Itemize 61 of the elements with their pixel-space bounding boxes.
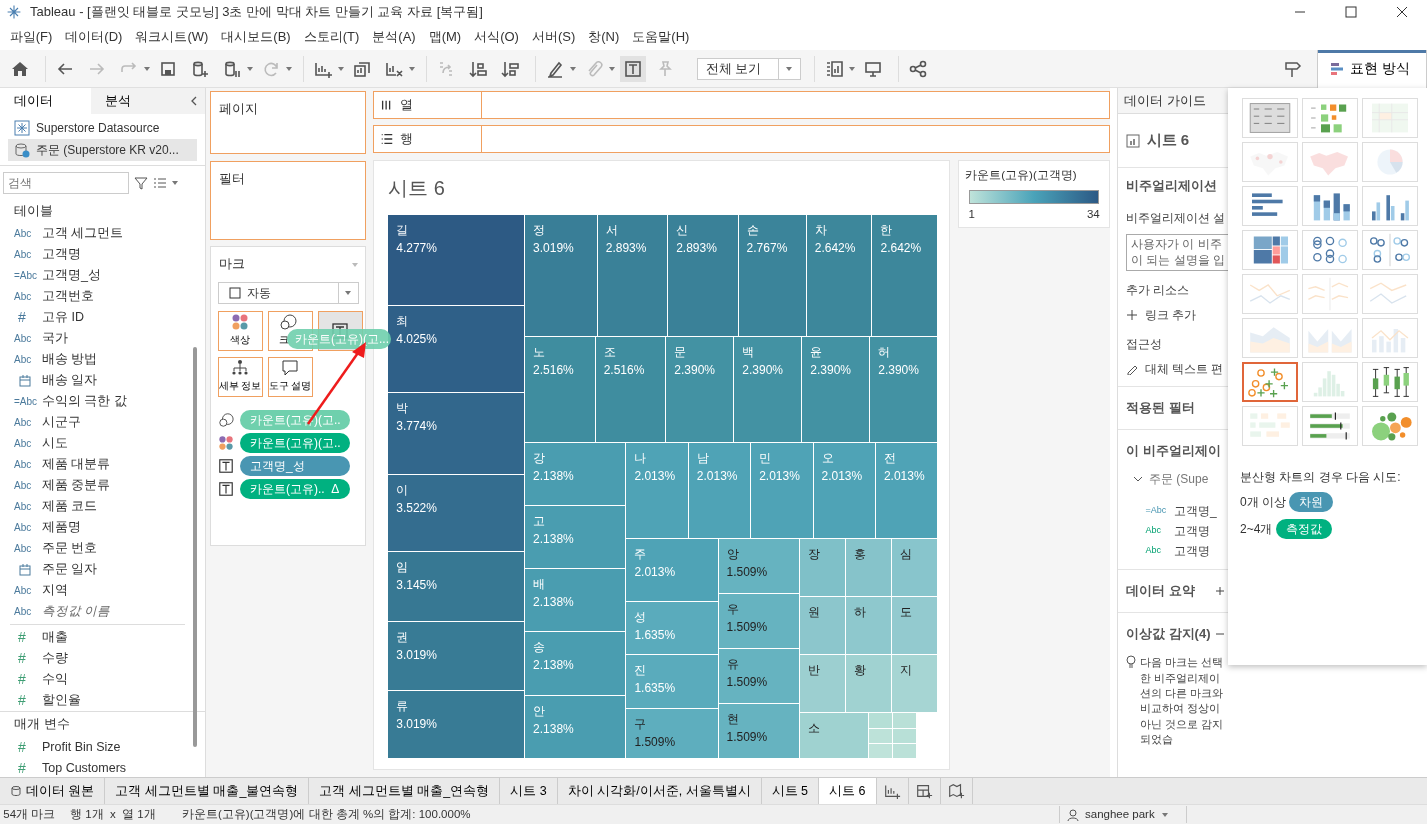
type-label: =Abc [1145,504,1168,518]
section-heading: 데이터 요약 [1126,582,1195,601]
type-label: # [17,759,27,778]
type-label: Abc [1145,544,1162,558]
type-label: Abc [14,290,33,305]
field-name: 고객명 [1174,523,1210,541]
type-label: =Abc [14,269,39,284]
type-label: Abc [14,458,33,473]
section-heading: 매개 변수 [13,715,71,734]
type-label: # [17,691,27,711]
field-name: 고객명 [1174,543,1210,561]
section-heading: 테이블 [13,201,54,220]
window-title: Tableau - [플랜잇 태블로 굿모닝] 3초 만에 막대 차트 만들기 교육 자료 [복구됨] [30,3,483,22]
outlier-description: 다음 마크는 선택한 비주얼리제이션의 다른 마크와 비교하여 정상이 아닌 것으로 감지되었습 [1139,655,1224,748]
field-label: 접근성 [1126,335,1163,353]
section-heading: 적용된 필터 [1126,398,1196,417]
legend-title: 카운트(고유)(고객명) [965,167,1078,183]
field-label: 비주얼리제이션 설 [1126,210,1227,227]
section-heading: 이 비주얼리제이 [1126,441,1222,460]
type-label: Abc [14,416,33,431]
summary-text: 카운트(고유)(고객명)에 대한 총계 %의 합계: 100.000% [182,806,471,822]
mark-count: 54개 마크 [2,806,57,822]
type-label: # [17,670,27,690]
type-label: Abc [14,248,33,263]
source-name: 주문 (Supe [1149,471,1209,489]
rows-columns-count: 행 1개 x 열 1개 [70,806,157,822]
type-label: Abc [14,605,33,620]
type-label: Abc [14,227,33,242]
shelf-title: 필터 [218,170,246,188]
legend-min: 1 [968,207,975,222]
type-label: # [17,308,27,328]
card-title: 마크 [218,256,246,274]
requirement-tag: 측정값 [1275,518,1332,539]
type-label: Abc [14,542,33,557]
type-label: # [17,649,27,669]
shelf-title: 페이지 [218,101,259,119]
shelf-title: 열 [400,96,414,114]
section-heading: 비주얼리제이션 [1126,177,1218,195]
type-label: =Abc [14,395,39,410]
field-name: 고객명_ [1174,503,1217,521]
hint-text: 분산형 차트의 경우 다음 시도: [1240,468,1402,486]
legend-max: 34 [1086,207,1100,222]
shelf-title: 행 [400,130,414,148]
type-label: Abc [14,353,33,368]
type-label: Abc [14,500,33,515]
drag-preview-tooltip: 카운트(고유)(고... [287,329,391,349]
requirement-count: 2~4개 [1240,520,1273,538]
type-label: Abc [14,479,33,494]
type-label: Abc [14,584,33,599]
sheet-title: 시트 6 [388,175,446,201]
type-label: # [17,738,27,757]
section-heading: 이상값 감지(4) [1126,625,1211,644]
field-label: 추가 리소스 [1126,282,1191,300]
requirement-count: 0개 이상 [1240,494,1286,511]
type-label: Abc [1145,524,1162,538]
type-label: # [17,628,27,648]
type-label: Abc [14,437,33,452]
sheet-name: 시트 6 [1146,130,1189,151]
type-label: Abc [14,332,33,347]
type-label: Abc [14,521,33,536]
requirement-tag: 차원 [1289,492,1334,512]
